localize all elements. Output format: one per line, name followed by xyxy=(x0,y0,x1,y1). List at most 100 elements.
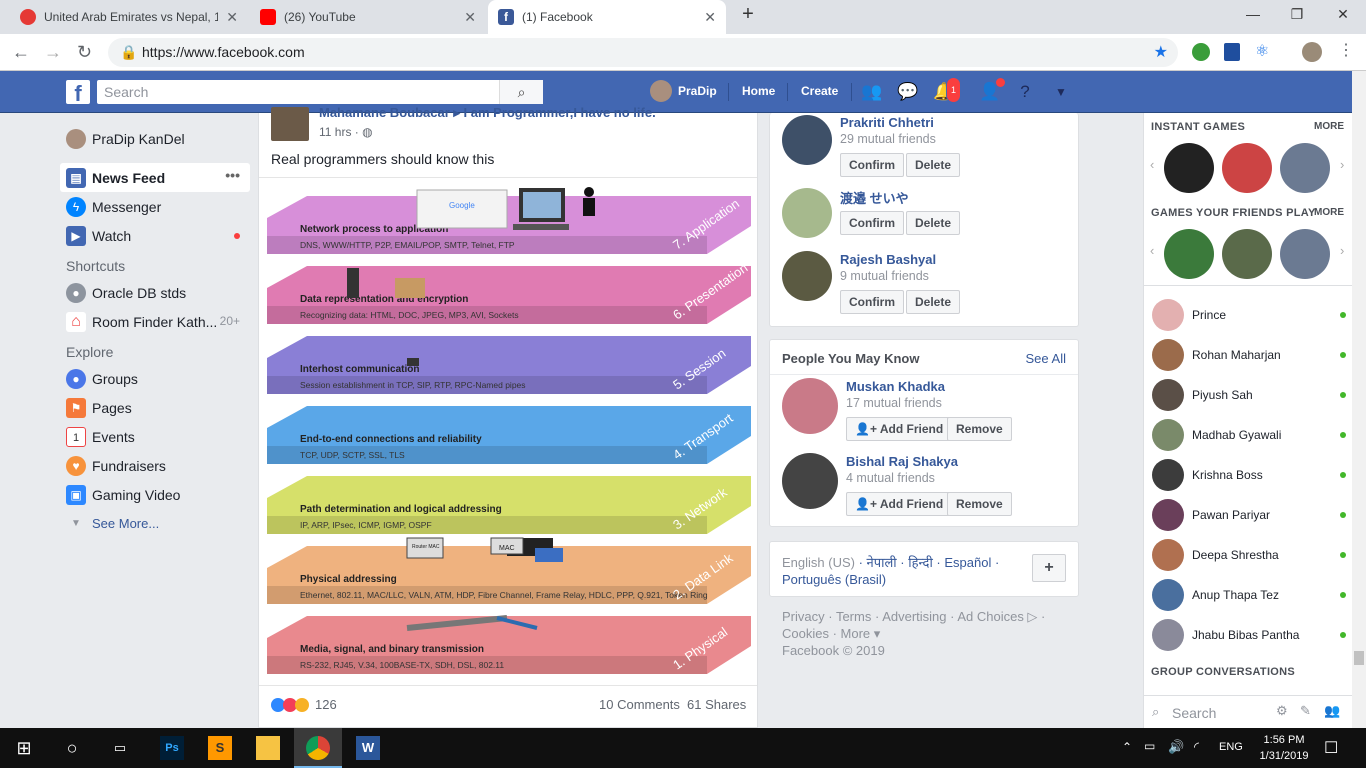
back-icon[interactable]: ← xyxy=(12,42,30,63)
chat-contact[interactable]: Prince xyxy=(1152,295,1346,335)
cookies-link[interactable]: Cookies xyxy=(782,626,829,641)
facebook-search-input[interactable]: Search ⌕ xyxy=(97,80,543,104)
chat-contact[interactable]: Krishna Boss xyxy=(1152,455,1346,495)
groups-quick-icon[interactable]: 👤 xyxy=(979,78,1005,103)
privacy-link[interactable]: Privacy xyxy=(782,609,825,624)
comments-link[interactable]: 10 Comments xyxy=(599,697,680,712)
profile-link[interactable]: PraDip xyxy=(678,84,717,98)
remove-button[interactable]: Remove xyxy=(947,492,1012,516)
delete-button[interactable]: Delete xyxy=(906,153,961,177)
browser-tab[interactable]: (26) YouTube ✕ xyxy=(250,0,486,34)
shares-link[interactable]: 61 Shares xyxy=(687,697,746,712)
help-icon[interactable]: ? xyxy=(1014,81,1036,103)
more-link[interactable]: More ▾ xyxy=(841,626,881,641)
chat-contact[interactable]: Pawan Pariyar xyxy=(1152,495,1346,535)
battery-icon[interactable]: ▭ xyxy=(1144,739,1155,753)
terms-link[interactable]: Terms xyxy=(836,609,871,624)
close-window-icon[interactable]: ✕ xyxy=(1328,6,1358,23)
sidebar-item-groups[interactable]: ● Groups xyxy=(60,364,250,393)
osi-model-image[interactable]: Network process to application DNS, WWW/H… xyxy=(267,178,751,683)
chrome-taskbar-active[interactable] xyxy=(294,728,342,768)
browser-tab-active[interactable]: f (1) Facebook ✕ xyxy=(488,0,726,34)
sidebar-item-watch[interactable]: ▶ Watch xyxy=(60,221,250,250)
close-tab-icon[interactable]: ✕ xyxy=(226,9,238,26)
chat-contact[interactable]: Rohan Maharjan xyxy=(1152,335,1346,375)
chat-contact[interactable]: Piyush Sah xyxy=(1152,375,1346,415)
game-thumbnail[interactable] xyxy=(1280,229,1330,279)
close-tab-icon[interactable]: ✕ xyxy=(464,9,476,26)
star-icon[interactable]: ★ xyxy=(1154,38,1168,67)
volume-icon[interactable]: 🔊 xyxy=(1168,739,1184,755)
more-options-icon[interactable]: ••• xyxy=(225,167,240,183)
more-link[interactable]: MORE xyxy=(1314,121,1344,132)
facebook-logo[interactable]: f xyxy=(66,80,90,104)
word-icon[interactable]: W xyxy=(356,736,380,760)
reactions-summary[interactable]: 126 xyxy=(271,697,337,712)
account-menu-icon[interactable]: ▼ xyxy=(1050,81,1072,103)
menu-icon[interactable]: ⋮ xyxy=(1338,40,1354,60)
sidebar-item-room-finder[interactable]: ⌂ Room Finder Kath... 20+ xyxy=(60,307,250,336)
person-name[interactable]: Bishal Raj Shakya xyxy=(846,454,958,469)
chevron-right-icon[interactable]: › xyxy=(1340,243,1344,258)
delete-button[interactable]: Delete xyxy=(906,211,961,235)
sidebar-item-events[interactable]: 1 Events xyxy=(60,422,250,451)
show-hidden-icons[interactable]: ⌃ xyxy=(1122,740,1132,754)
avatar[interactable] xyxy=(782,251,832,301)
search-icon[interactable]: ⌕ xyxy=(499,80,543,104)
wifi-icon[interactable]: ◜ xyxy=(1194,739,1199,755)
author-avatar[interactable] xyxy=(271,107,309,141)
avatar[interactable] xyxy=(782,188,832,238)
avatar[interactable] xyxy=(782,453,838,509)
compose-icon[interactable]: ✎ xyxy=(1300,703,1311,719)
advertising-link[interactable]: Advertising xyxy=(882,609,946,624)
home-link[interactable]: Home xyxy=(742,84,775,98)
reload-icon[interactable]: ↻ xyxy=(77,42,92,63)
sidebar-item-gaming-video[interactable]: ▣ Gaming Video xyxy=(60,480,250,509)
confirm-button[interactable]: Confirm xyxy=(840,211,904,235)
more-link[interactable]: MORE xyxy=(1314,207,1344,218)
ad-choices-link[interactable]: Ad Choices ▷ xyxy=(957,609,1037,624)
browser-tab[interactable]: United Arab Emirates vs Nepal, 1st ✕ xyxy=(10,0,248,34)
friend-name[interactable]: Rajesh Bashyal xyxy=(840,252,936,267)
sidebar-item-oracle[interactable]: ● Oracle DB stds xyxy=(60,278,250,307)
sidebar-item-pages[interactable]: ⚑ Pages xyxy=(60,393,250,422)
game-thumbnail[interactable] xyxy=(1280,143,1330,193)
gear-icon[interactable]: ⚙ xyxy=(1276,703,1288,719)
language-current[interactable]: English (US) xyxy=(782,555,855,570)
profile-avatar[interactable] xyxy=(1302,42,1322,62)
friend-requests-icon[interactable]: 👥 xyxy=(861,81,883,103)
person-name[interactable]: Muskan Khadka xyxy=(846,379,945,394)
game-thumbnail[interactable] xyxy=(1164,229,1214,279)
close-tab-icon[interactable]: ✕ xyxy=(704,9,716,26)
avatar[interactable] xyxy=(782,378,838,434)
chevron-left-icon[interactable]: ‹ xyxy=(1150,157,1154,172)
language-link[interactable]: Português (Brasil) xyxy=(782,572,886,587)
confirm-button[interactable]: Confirm xyxy=(840,153,904,177)
chevron-left-icon[interactable]: ‹ xyxy=(1150,243,1154,258)
extension-book-icon[interactable] xyxy=(1224,43,1240,61)
extension-react-icon[interactable]: ⚛ xyxy=(1255,41,1275,61)
chevron-right-icon[interactable]: › xyxy=(1340,157,1344,172)
create-group-icon[interactable]: 👥 xyxy=(1324,703,1340,719)
notifications-icon[interactable]: 🔔 1 xyxy=(933,77,961,103)
profile-shortcut[interactable]: PraDip KanDel xyxy=(60,124,250,153)
chat-contact[interactable]: Anup Thapa Tez xyxy=(1152,575,1346,615)
extension-globe-icon[interactable] xyxy=(1192,43,1210,61)
sidebar-item-news-feed[interactable]: ▤ News Feed ••• xyxy=(60,163,250,192)
address-bar[interactable]: 🔒 https://www.facebook.com ★ xyxy=(108,38,1178,67)
remove-button[interactable]: Remove xyxy=(947,417,1012,441)
chat-contact[interactable]: Deepa Shrestha xyxy=(1152,535,1346,575)
clock[interactable]: 1:56 PM 1/31/2019 xyxy=(1256,732,1312,764)
messenger-icon[interactable]: 💬 xyxy=(897,81,919,103)
file-explorer-icon[interactable] xyxy=(256,736,280,760)
forward-icon[interactable]: → xyxy=(44,42,62,63)
post-author[interactable]: Mahamane Boubacar ▸ I am Programmer,I ha… xyxy=(319,105,739,121)
scrollbar-thumb[interactable] xyxy=(1354,651,1364,665)
maximize-icon[interactable]: ❐ xyxy=(1282,6,1312,23)
minimize-icon[interactable]: — xyxy=(1238,6,1268,22)
language-indicator[interactable]: ENG xyxy=(1219,741,1243,753)
sidebar-item-fundraisers[interactable]: ♥ Fundraisers xyxy=(60,451,250,480)
add-friend-button[interactable]: 👤+ Add Friend xyxy=(846,417,953,441)
language-link[interactable]: नेपाली xyxy=(867,555,897,570)
avatar[interactable] xyxy=(782,115,832,165)
